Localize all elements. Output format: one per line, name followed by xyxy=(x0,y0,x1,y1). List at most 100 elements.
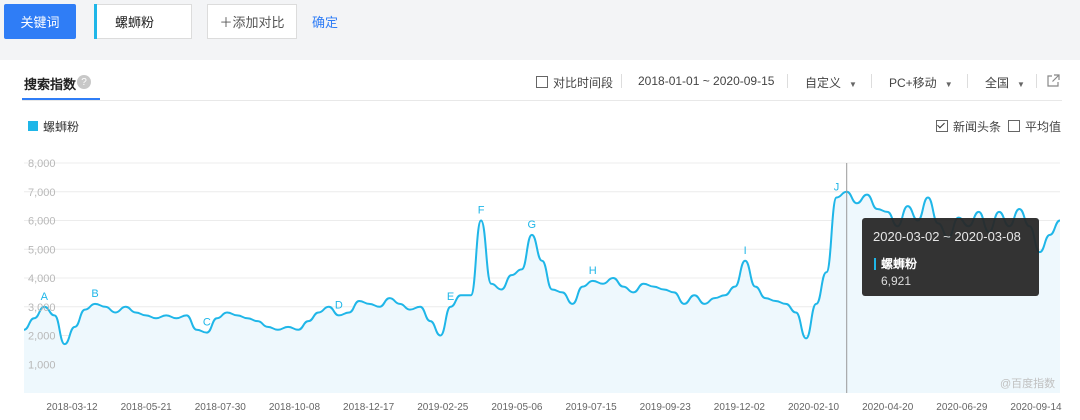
data-point[interactable] xyxy=(642,282,646,286)
data-point[interactable] xyxy=(621,285,625,289)
data-point[interactable] xyxy=(926,196,930,200)
data-point[interactable] xyxy=(530,233,534,237)
data-point[interactable] xyxy=(235,313,239,317)
data-point[interactable] xyxy=(103,305,107,309)
data-point[interactable] xyxy=(733,285,737,289)
data-point[interactable] xyxy=(317,311,321,315)
data-point[interactable] xyxy=(1048,233,1052,237)
data-point[interactable] xyxy=(723,293,727,297)
data-point[interactable] xyxy=(682,302,686,306)
data-point[interactable] xyxy=(540,259,544,263)
data-point[interactable] xyxy=(428,319,432,323)
data-point[interactable] xyxy=(875,207,879,211)
data-point[interactable] xyxy=(631,290,635,294)
data-point[interactable] xyxy=(885,210,889,214)
data-point[interactable] xyxy=(215,316,219,320)
data-point[interactable] xyxy=(195,328,199,332)
news-annotation[interactable]: I xyxy=(744,245,747,257)
data-point[interactable] xyxy=(713,296,717,300)
data-point[interactable] xyxy=(672,290,676,294)
data-point[interactable] xyxy=(459,293,463,297)
data-point[interactable] xyxy=(814,302,818,306)
data-point[interactable] xyxy=(489,282,493,286)
data-point[interactable] xyxy=(388,296,392,300)
data-point[interactable] xyxy=(347,311,351,315)
data-point[interactable] xyxy=(581,285,585,289)
data-point[interactable] xyxy=(164,313,168,317)
data-point[interactable] xyxy=(692,293,696,297)
data-point[interactable] xyxy=(611,276,615,280)
data-point[interactable] xyxy=(22,328,26,332)
data-point[interactable] xyxy=(835,196,839,200)
data-point[interactable] xyxy=(256,319,260,323)
data-point[interactable] xyxy=(73,325,77,329)
search-index-chart[interactable]: A BCDEFGHIJ 2018-03-12 2018-05-21 2018-07-3… xyxy=(0,0,1080,420)
data-point[interactable] xyxy=(997,210,1001,214)
data-point[interactable] xyxy=(296,328,300,332)
data-point[interactable] xyxy=(357,299,361,303)
data-point[interactable] xyxy=(855,201,859,205)
data-point[interactable] xyxy=(93,302,97,306)
data-point[interactable] xyxy=(804,336,808,340)
data-point[interactable] xyxy=(266,325,270,329)
data-point[interactable] xyxy=(591,279,595,283)
data-point[interactable] xyxy=(865,193,869,197)
data-point[interactable] xyxy=(520,267,524,271)
data-point[interactable] xyxy=(499,288,503,292)
data-point[interactable] xyxy=(245,316,249,320)
data-point[interactable] xyxy=(906,204,910,208)
data-point[interactable] xyxy=(276,328,280,332)
data-point[interactable] xyxy=(977,210,981,214)
data-point[interactable] xyxy=(479,219,483,223)
data-point[interactable] xyxy=(205,331,209,335)
data-point[interactable] xyxy=(1017,207,1021,211)
data-point[interactable] xyxy=(154,316,158,320)
data-point[interactable] xyxy=(63,342,67,346)
data-point[interactable] xyxy=(174,316,178,320)
data-point[interactable] xyxy=(408,308,412,312)
data-point[interactable] xyxy=(652,285,656,289)
data-point[interactable] xyxy=(113,311,117,315)
data-point[interactable] xyxy=(438,334,442,338)
data-point[interactable] xyxy=(306,319,310,323)
data-point[interactable] xyxy=(662,288,666,292)
news-annotation[interactable]: C xyxy=(203,317,211,329)
data-point[interactable] xyxy=(83,308,87,312)
news-annotation[interactable]: B xyxy=(91,288,98,300)
data-point[interactable] xyxy=(570,302,574,306)
data-point[interactable] xyxy=(377,305,381,309)
data-point[interactable] xyxy=(469,293,473,297)
data-point[interactable] xyxy=(763,296,767,300)
data-point[interactable] xyxy=(784,302,788,306)
data-point[interactable] xyxy=(418,305,422,309)
data-point[interactable] xyxy=(185,313,189,317)
data-point[interactable] xyxy=(144,313,148,317)
data-point[interactable] xyxy=(601,282,605,286)
data-point[interactable] xyxy=(52,313,56,317)
news-annotation[interactable]: J xyxy=(834,182,840,194)
data-point[interactable] xyxy=(1058,219,1062,223)
data-point[interactable] xyxy=(824,270,828,274)
data-point[interactable] xyxy=(225,311,229,315)
data-point[interactable] xyxy=(286,325,290,329)
news-annotation[interactable]: G xyxy=(528,219,537,231)
data-point[interactable] xyxy=(124,305,128,309)
data-point[interactable] xyxy=(510,273,514,277)
data-point[interactable] xyxy=(794,311,798,315)
data-point[interactable] xyxy=(560,290,564,294)
data-point[interactable] xyxy=(753,285,757,289)
news-annotation[interactable]: D xyxy=(335,299,343,311)
data-point[interactable] xyxy=(774,299,778,303)
data-point[interactable] xyxy=(703,302,707,306)
data-point[interactable] xyxy=(367,302,371,306)
data-point[interactable] xyxy=(32,316,36,320)
data-point[interactable] xyxy=(327,305,331,309)
data-point[interactable] xyxy=(134,311,138,315)
data-point[interactable] xyxy=(449,305,453,309)
news-annotation[interactable]: H xyxy=(589,265,597,277)
data-point[interactable] xyxy=(550,288,554,292)
news-annotation[interactable]: F xyxy=(478,205,485,217)
data-point[interactable] xyxy=(337,313,341,317)
data-point[interactable] xyxy=(398,302,402,306)
data-point[interactable] xyxy=(743,259,747,263)
